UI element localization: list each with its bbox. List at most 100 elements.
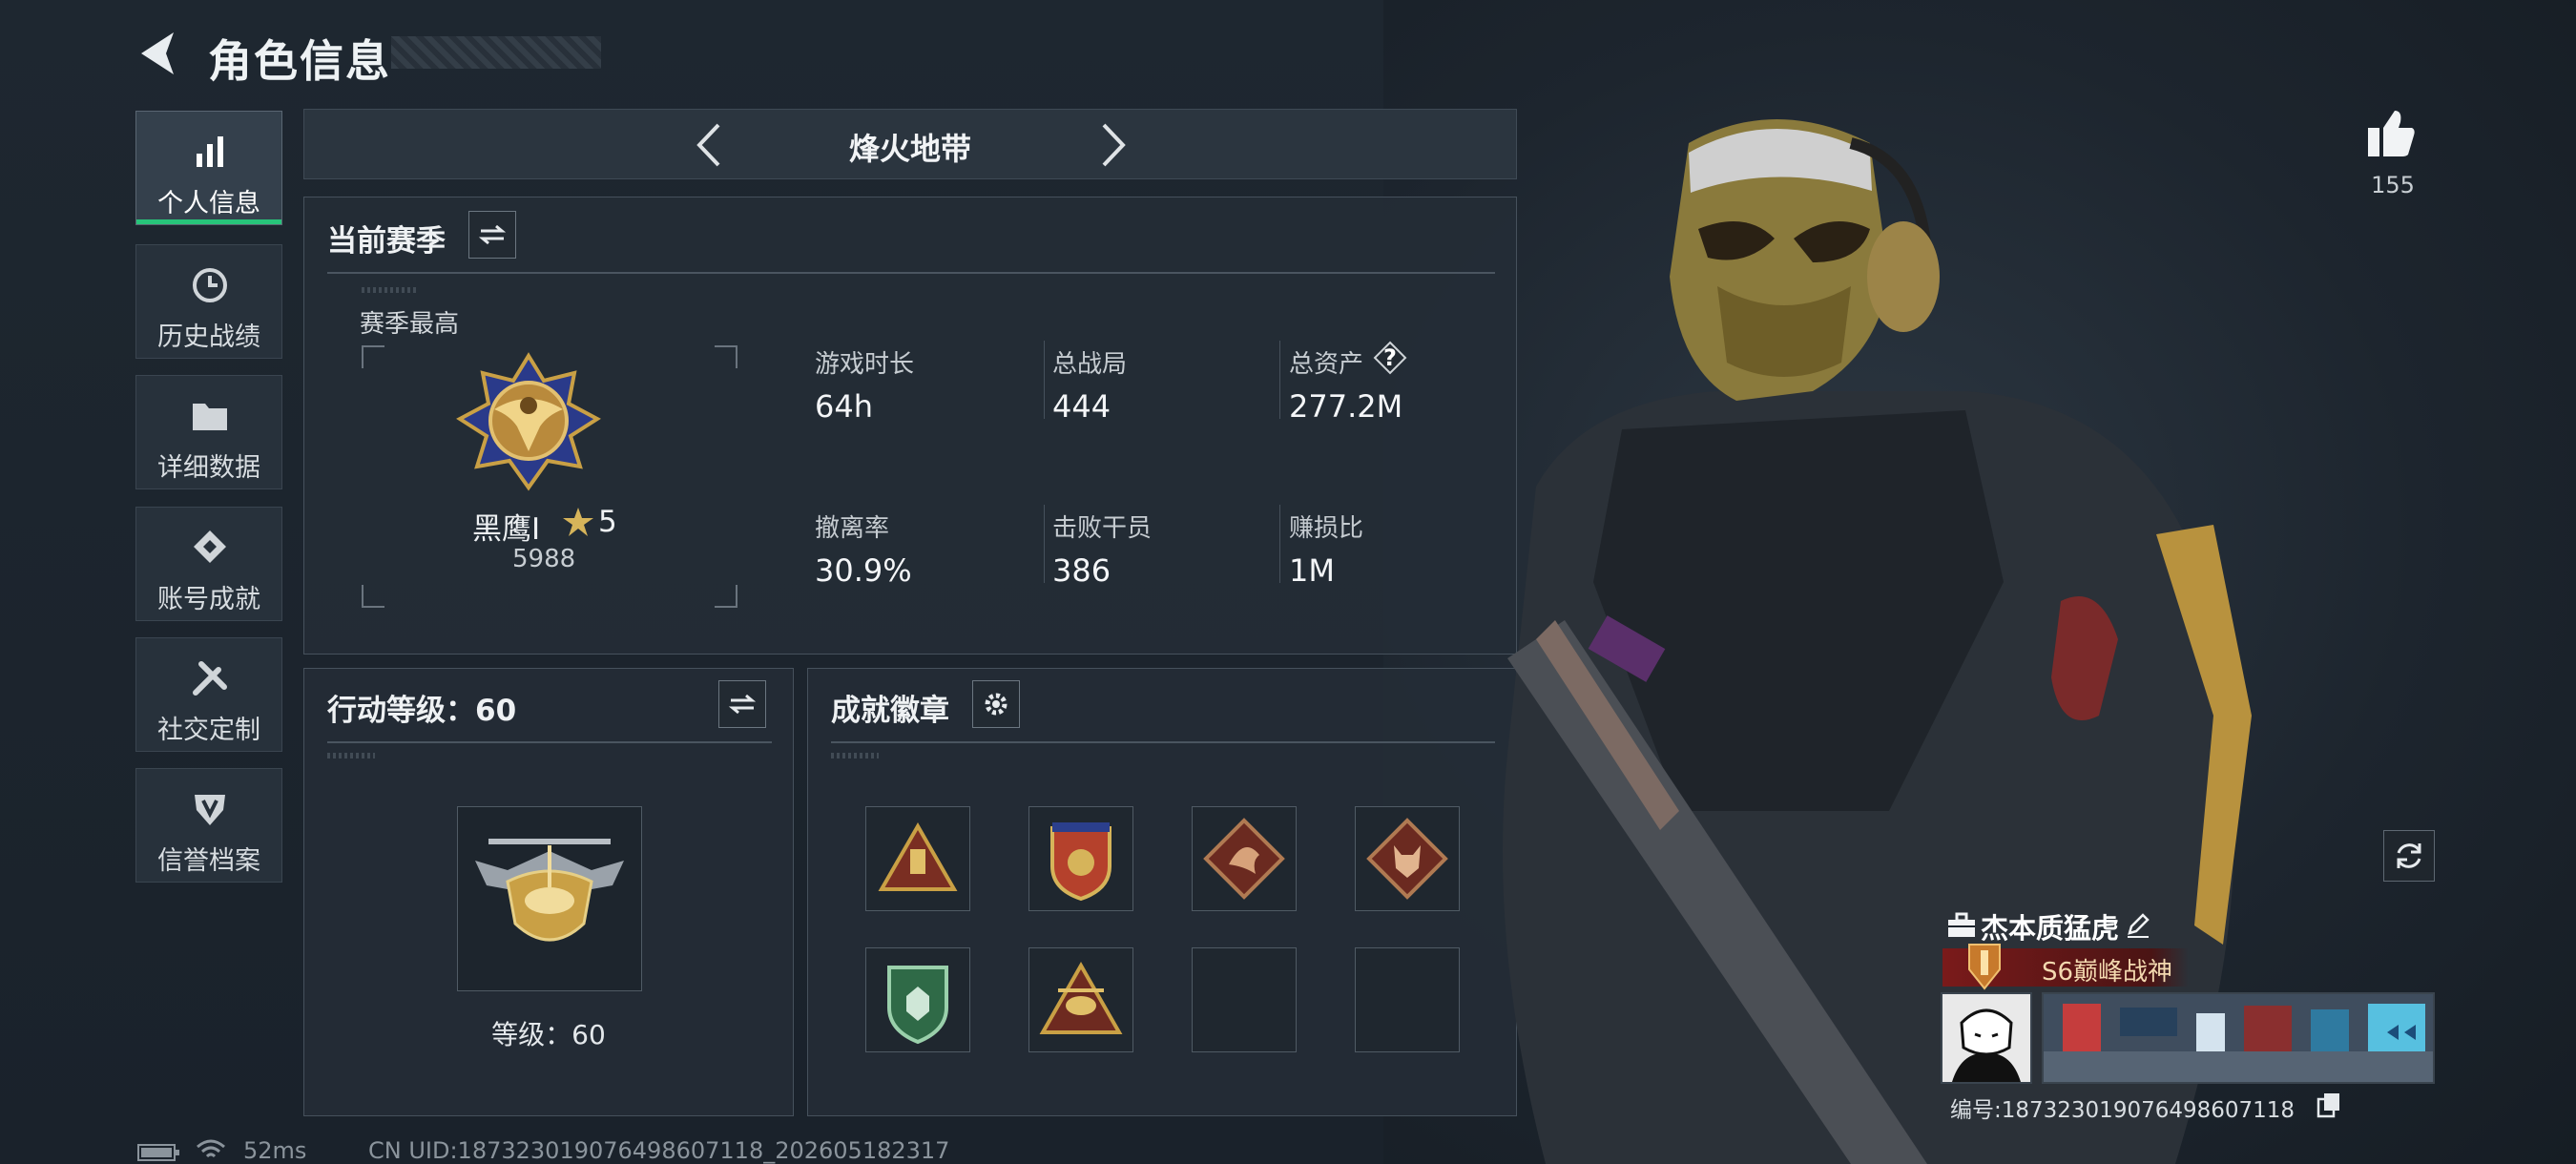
operation-divider bbox=[327, 741, 772, 743]
sidebar-item-label: 详细数据 bbox=[157, 453, 260, 483]
achievement-badge-slot[interactable] bbox=[865, 947, 970, 1052]
avatar[interactable] bbox=[1941, 992, 2032, 1084]
sidebar-item-reputation[interactable]: 信誉档案 bbox=[135, 768, 282, 883]
star-icon bbox=[563, 508, 593, 536]
sidebar-item-social[interactable]: 社交定制 bbox=[135, 637, 282, 752]
stat-value-kills: 386 bbox=[1052, 552, 1111, 589]
briefcase-icon bbox=[1948, 912, 1975, 937]
achievement-icon bbox=[189, 527, 231, 569]
season-title: 当前赛季 bbox=[327, 224, 446, 259]
achievement-badge-slot[interactable] bbox=[1192, 806, 1297, 911]
chevron-right-icon[interactable] bbox=[1094, 121, 1132, 169]
sidebar-item-label: 个人信息 bbox=[157, 189, 260, 218]
achievement-badge-slot[interactable] bbox=[1028, 806, 1133, 911]
bar-chart-icon bbox=[189, 131, 231, 173]
uid-text: CN UID:187323019076498607118_20260518231… bbox=[368, 1137, 950, 1164]
edit-pencil-icon[interactable] bbox=[2124, 910, 2152, 939]
season-divider bbox=[327, 272, 1495, 274]
stat-value-matches: 444 bbox=[1052, 388, 1111, 425]
stat-value-extract-rate: 30.9% bbox=[815, 552, 912, 589]
rotate-character-button[interactable] bbox=[2383, 830, 2435, 882]
pixel-room-banner-icon bbox=[2044, 994, 2433, 1082]
page-title: 角色信息 bbox=[208, 35, 391, 87]
sidebar-item-personal-info[interactable]: 个人信息 bbox=[135, 111, 282, 225]
wifi-icon bbox=[197, 1139, 225, 1158]
sidebar-item-label: 信誉档案 bbox=[157, 846, 260, 876]
refresh-icon bbox=[2397, 843, 2421, 868]
tools-icon bbox=[189, 657, 231, 699]
help-icon[interactable]: ? bbox=[1373, 341, 1407, 375]
season-panel: 当前赛季 赛季最高 黑鹰I 5 5988 游戏时长 64h 总战局 444 总资… bbox=[303, 197, 1517, 655]
season-switch-button[interactable] bbox=[468, 211, 516, 259]
achievement-badge-slot[interactable] bbox=[865, 806, 970, 911]
operation-level-panel: 行动等级：60 等级：60 bbox=[303, 668, 794, 1116]
avatar-portrait-icon bbox=[1952, 1008, 2021, 1082]
sidebar-item-label: 历史战绩 bbox=[157, 322, 260, 352]
dragon-badge-icon bbox=[1203, 818, 1285, 900]
frame-corner bbox=[362, 345, 384, 368]
player-card-banner[interactable] bbox=[2042, 992, 2435, 1084]
stat-value-profit-ratio: 1M bbox=[1289, 552, 1335, 589]
title-badge-emblem-icon bbox=[1968, 944, 2001, 990]
stat-value-assets: 277.2M bbox=[1289, 388, 1403, 425]
player-id: 编号:1873230190764986071​18 bbox=[1950, 1098, 2296, 1123]
sidebar-item-achievements[interactable]: 账号成就 bbox=[135, 507, 282, 621]
folder-icon bbox=[189, 395, 231, 437]
stat-label-assets: 总资产 bbox=[1289, 350, 1364, 379]
achievement-panel: 成就徽章 bbox=[807, 668, 1517, 1116]
title-decoration bbox=[391, 36, 601, 69]
back-arrow-icon[interactable] bbox=[134, 29, 181, 78]
helicopter-triangle-badge-icon bbox=[1039, 961, 1123, 1034]
ping-text: 52ms bbox=[243, 1137, 307, 1164]
helicopter-emblem-icon bbox=[475, 839, 624, 942]
stat-value-playtime: 64h bbox=[815, 388, 873, 425]
triangle-badge-icon bbox=[878, 821, 958, 891]
stat-separator bbox=[1279, 505, 1280, 583]
operation-level-text: 等级：60 bbox=[491, 1019, 606, 1050]
decoration bbox=[327, 753, 375, 759]
mode-selector: 烽火地带 bbox=[303, 109, 1517, 179]
decoration bbox=[362, 287, 419, 293]
stat-separator bbox=[1044, 341, 1045, 419]
history-icon bbox=[189, 264, 231, 306]
stat-label-extract-rate: 撤离率 bbox=[815, 514, 890, 543]
help-text: ? bbox=[1383, 344, 1397, 371]
mode-name: 烽火地带 bbox=[848, 131, 971, 167]
operation-switch-button[interactable] bbox=[718, 680, 766, 728]
thumbs-up-icon[interactable] bbox=[2364, 107, 2418, 158]
achievement-badge-slot[interactable] bbox=[1028, 947, 1133, 1052]
gear-icon bbox=[985, 693, 1008, 716]
stat-label-playtime: 游戏时长 bbox=[815, 350, 915, 379]
sidebar-item-detail-data[interactable]: 详细数据 bbox=[135, 375, 282, 489]
star-shield-badge-icon bbox=[1050, 822, 1111, 902]
frame-corner bbox=[715, 585, 737, 608]
achievement-settings-button[interactable] bbox=[972, 680, 1020, 728]
rank-score: 5988 bbox=[512, 545, 576, 573]
copy-icon[interactable] bbox=[2316, 1091, 2341, 1118]
decoration bbox=[831, 753, 879, 759]
rank-stars: 5 bbox=[598, 505, 617, 539]
achievement-badge-slot-empty[interactable] bbox=[1192, 947, 1297, 1052]
season-best-label: 赛季最高 bbox=[360, 310, 460, 339]
sidebar-item-label: 社交定制 bbox=[157, 716, 260, 745]
achievement-title: 成就徽章 bbox=[831, 694, 949, 728]
battery-icon bbox=[137, 1144, 179, 1161]
stat-label-kills: 击败干员 bbox=[1052, 514, 1153, 543]
achievement-divider bbox=[831, 741, 1495, 743]
rank-name: 黑鹰I bbox=[472, 512, 541, 547]
swap-icon bbox=[478, 224, 507, 245]
stat-separator bbox=[1044, 505, 1045, 583]
player-title-badge: S6巅峰战神 bbox=[2042, 958, 2173, 987]
operation-level-emblem-frame bbox=[457, 806, 642, 991]
sidebar-item-label: 账号成就 bbox=[157, 585, 260, 614]
stat-label-profit-ratio: 赚损比 bbox=[1289, 514, 1364, 543]
like-count: 155 bbox=[2371, 172, 2415, 198]
sidebar-item-history[interactable]: 历史战绩 bbox=[135, 244, 282, 359]
swap-icon bbox=[728, 694, 757, 715]
green-shield-badge-icon bbox=[887, 966, 948, 1045]
frame-corner bbox=[362, 585, 384, 608]
frame-corner bbox=[715, 345, 737, 368]
stat-label-matches: 总战局 bbox=[1052, 350, 1128, 379]
stat-separator bbox=[1279, 341, 1280, 419]
operation-level-title: 行动等级：60 bbox=[327, 694, 517, 728]
